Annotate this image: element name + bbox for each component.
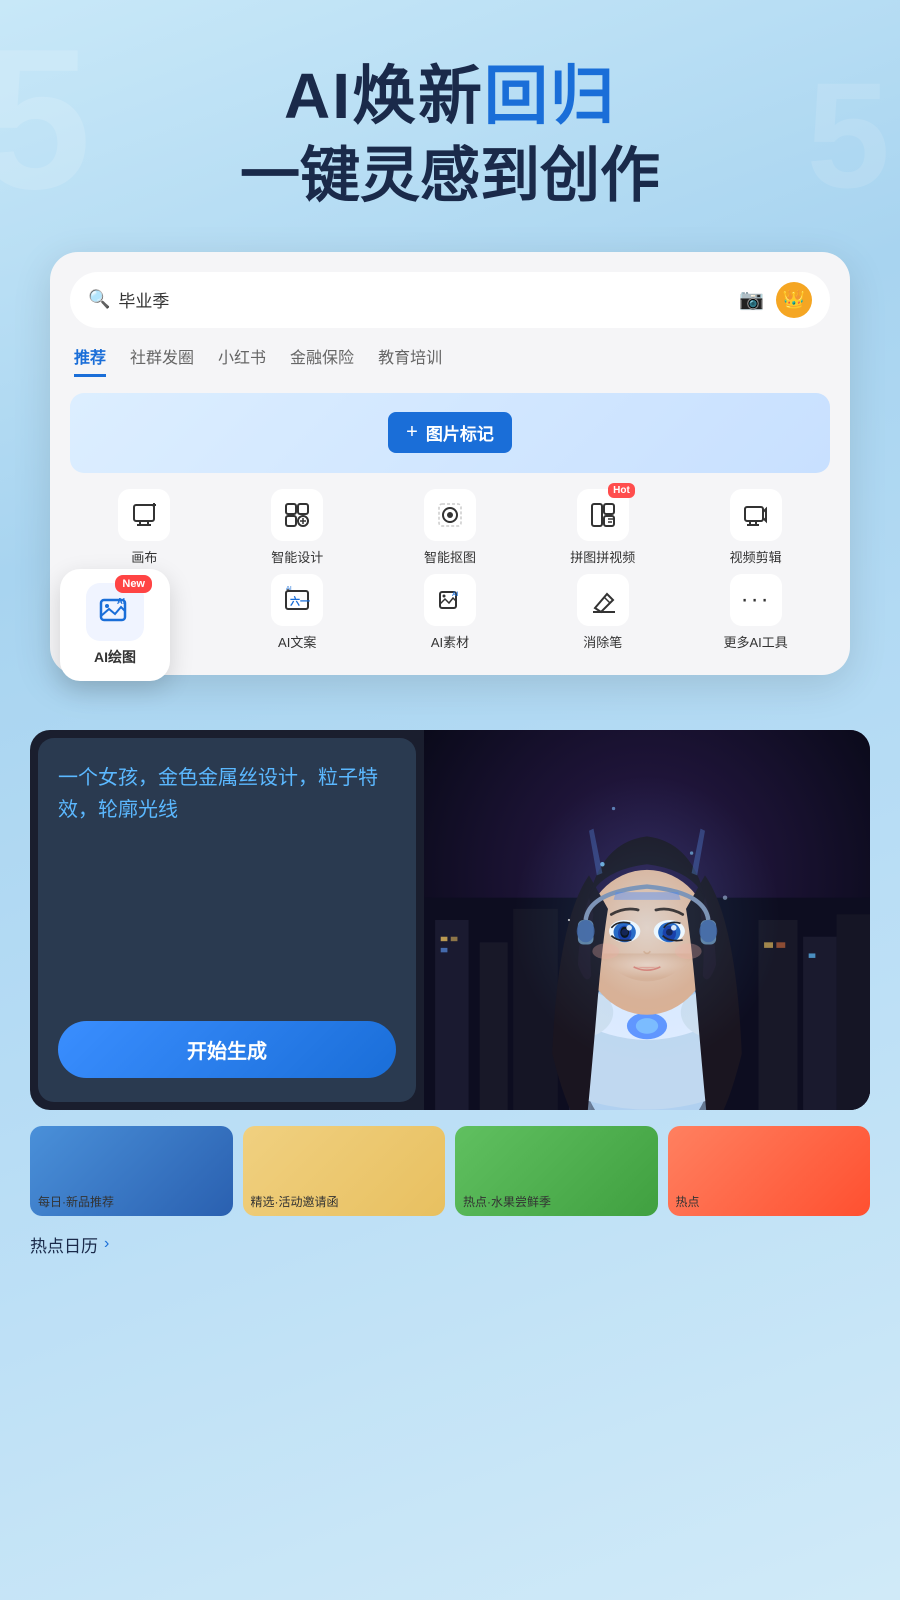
svg-text:AI: AI xyxy=(286,586,292,592)
ai-girl-image xyxy=(424,730,870,1110)
new-badge: New xyxy=(115,575,152,593)
smart-design-icon xyxy=(283,501,311,529)
video-edit-icon-box xyxy=(730,489,782,541)
svg-text:六一: 六一 xyxy=(290,595,310,608)
canvas-label: 画布 xyxy=(131,547,157,566)
tab-social[interactable]: 社群发圈 xyxy=(130,344,194,377)
strip-item-event[interactable]: 精选·活动邀请函 xyxy=(243,1126,446,1216)
cutout-label: 智能抠图 xyxy=(424,547,476,566)
svg-text:AI: AI xyxy=(452,592,458,598)
search-icon: 🔍 xyxy=(88,289,110,310)
collage-label: 拼图拼视频 xyxy=(570,547,635,566)
tool-eraser[interactable]: 消除笔 xyxy=(528,574,677,651)
search-bar[interactable]: 🔍 毕业季 📷 👑 xyxy=(70,272,830,328)
ai-draw-icon: AI New xyxy=(86,583,144,641)
crown-icon[interactable]: 👑 xyxy=(776,282,812,318)
ai-text-icon: 六一 AI xyxy=(283,586,311,614)
image-mark-label: 图片标记 xyxy=(426,420,494,445)
collage-icon-box: Hot xyxy=(577,489,629,541)
tool-canvas[interactable]: 画布 xyxy=(70,489,219,566)
hot-calendar-row[interactable]: 热点日历 › xyxy=(30,1232,870,1257)
canvas-icon-box xyxy=(118,489,170,541)
svg-text:AI: AI xyxy=(117,597,125,606)
ai-material-icon-box: AI xyxy=(424,574,476,626)
strip-hot-label: 热点 xyxy=(676,1193,700,1210)
tool-ai-material[interactable]: AI AI素材 xyxy=(376,574,525,651)
collage-icon xyxy=(589,501,617,529)
camera-icon[interactable]: 📷 xyxy=(739,287,764,312)
anime-girl-svg xyxy=(424,730,870,1110)
tool-collage[interactable]: Hot 拼图拼视频 xyxy=(528,489,677,566)
strip-fruit-label: 热点·水果尝鲜季 xyxy=(463,1193,551,1210)
cutout-icon xyxy=(436,501,464,529)
hot-badge: Hot xyxy=(608,483,635,498)
video-edit-label: 视频剪辑 xyxy=(730,547,782,566)
tool-smart-design[interactable]: 智能设计 xyxy=(223,489,372,566)
ai-gen-left-panel: 一个女孩，金色金属丝设计，粒子特效，轮廓光线 开始生成 xyxy=(38,738,416,1102)
strip-item-daily[interactable]: 每日·新品推荐 xyxy=(30,1126,233,1216)
ai-gen-card: 一个女孩，金色金属丝设计，粒子特效，轮廓光线 开始生成 xyxy=(30,730,870,1110)
strip-daily-label: 每日·新品推荐 xyxy=(38,1193,114,1210)
strip-event-label: 精选·活动邀请函 xyxy=(251,1193,339,1210)
tools-grid: 画布 智能设计 xyxy=(70,489,830,651)
more-ai-icon-box: ··· xyxy=(730,574,782,626)
calendar-label: 热点日历 xyxy=(30,1232,98,1257)
ai-gen-prompt: 一个女孩，金色金属丝设计，粒子特效，轮廓光线 xyxy=(58,762,396,826)
tab-finance[interactable]: 金融保险 xyxy=(290,344,354,377)
tool-ai-text[interactable]: 六一 AI AI文案 xyxy=(223,574,372,651)
ai-material-label: AI素材 xyxy=(431,632,469,651)
ai-draw-float-card[interactable]: AI New AI绘图 xyxy=(60,569,170,681)
hero-title-line2: 一键灵感到创作 xyxy=(40,140,860,212)
eraser-label: 消除笔 xyxy=(583,632,622,651)
tool-cutout[interactable]: 智能抠图 xyxy=(376,489,525,566)
tool-video-edit[interactable]: 视频剪辑 xyxy=(681,489,830,566)
image-mark-banner[interactable]: + 图片标记 xyxy=(70,393,830,473)
canvas-icon xyxy=(130,501,158,529)
more-ai-label: 更多AI工具 xyxy=(723,632,787,651)
tab-xiaohongshu[interactable]: 小红书 xyxy=(218,344,266,377)
strip-item-hot[interactable]: 热点 xyxy=(668,1126,871,1216)
bottom-strip: 每日·新品推荐 精选·活动邀请函 热点·水果尝鲜季 热点 xyxy=(30,1126,870,1216)
cutout-icon-box xyxy=(424,489,476,541)
search-input[interactable]: 毕业季 xyxy=(118,287,739,312)
ai-gen-start-button[interactable]: 开始生成 xyxy=(58,1021,396,1078)
plus-icon: + xyxy=(406,421,418,444)
ai-text-icon-box: 六一 AI xyxy=(271,574,323,626)
eraser-icon xyxy=(589,586,617,614)
calendar-arrow-icon: › xyxy=(104,1235,109,1253)
more-dots-icon: ··· xyxy=(741,586,771,614)
strip-item-fruit[interactable]: 热点·水果尝鲜季 xyxy=(455,1126,658,1216)
hero-title-line1: AI焕新回归 xyxy=(40,60,860,134)
video-edit-icon xyxy=(742,501,770,529)
tab-education[interactable]: 教育培训 xyxy=(378,344,442,377)
tool-more-ai[interactable]: ··· 更多AI工具 xyxy=(681,574,830,651)
app-card: 🔍 毕业季 📷 👑 推荐 社群发圈 小红书 金融保险 教育培训 + 图片标记 xyxy=(50,252,850,675)
tab-bar: 推荐 社群发圈 小红书 金融保险 教育培训 xyxy=(70,344,830,377)
ai-text-label: AI文案 xyxy=(278,632,316,651)
image-mark-button[interactable]: + 图片标记 xyxy=(388,412,512,453)
ai-material-icon: AI xyxy=(436,586,464,614)
hero-section: AI焕新回归 一键灵感到创作 xyxy=(0,0,900,242)
smart-design-label: 智能设计 xyxy=(271,547,323,566)
tab-recommended[interactable]: 推荐 xyxy=(74,344,106,377)
smart-design-icon-box xyxy=(271,489,323,541)
ai-gen-right-panel xyxy=(424,730,870,1110)
eraser-icon-box xyxy=(577,574,629,626)
ai-draw-label: AI绘图 xyxy=(94,647,136,667)
ai-draw-svg: AI xyxy=(97,594,133,630)
